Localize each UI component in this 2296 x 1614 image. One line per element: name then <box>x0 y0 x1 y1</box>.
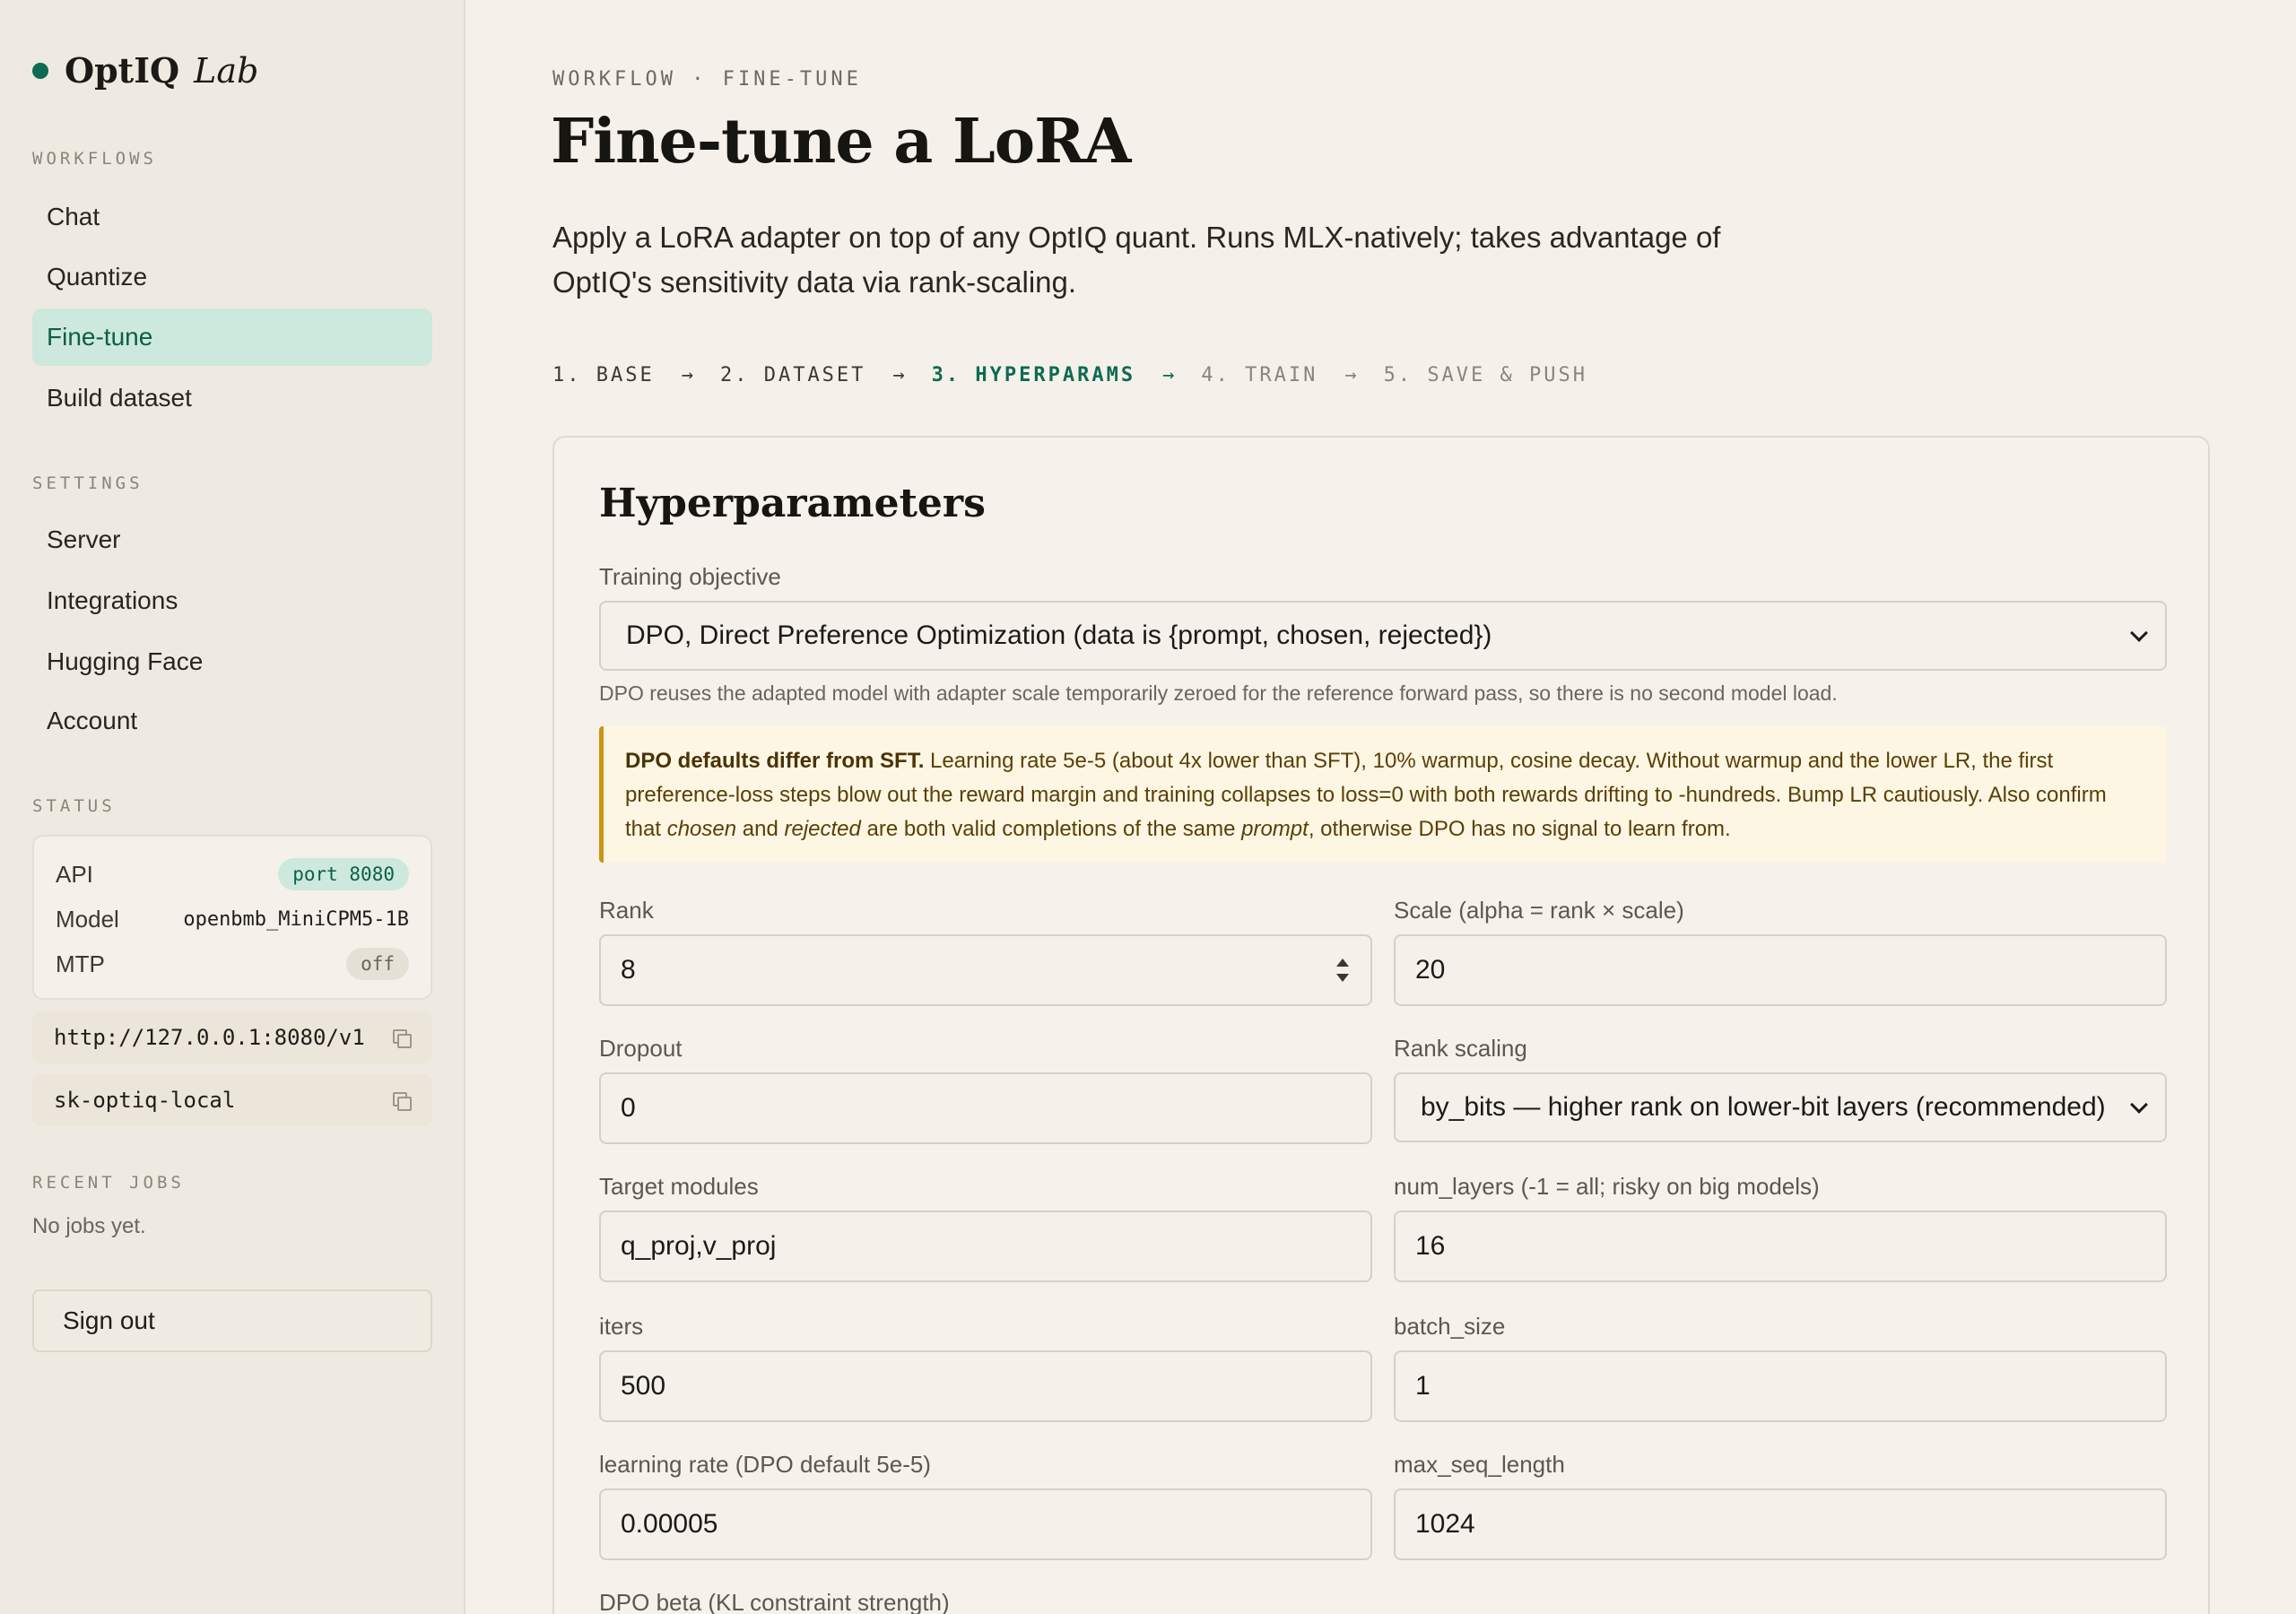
stepper: 1. BASE → 2. DATASET → 3. HYPERPARAMS → … <box>552 364 1587 386</box>
learning-rate-label: learning rate (DPO default 5e-5) <box>599 1451 931 1478</box>
iters-value: 500 <box>621 1371 666 1401</box>
max-seq-length-label: max_seq_length <box>1394 1451 1565 1478</box>
status-row-mtp: MTP off <box>56 946 409 982</box>
breadcrumb: WORKFLOW · FINE-TUNE <box>552 68 862 91</box>
num-layers-value: 16 <box>1415 1231 1446 1261</box>
scale-value: 20 <box>1415 955 1446 985</box>
status-api-badge: port 8080 <box>278 858 409 890</box>
callout-chosen: chosen <box>666 817 737 841</box>
brand-dot-icon <box>32 62 48 79</box>
max-seq-length-input[interactable]: 1024 <box>1394 1488 2167 1560</box>
rank-value: 8 <box>621 955 636 985</box>
brand-suffix: Lab <box>194 50 259 91</box>
rank-scaling-value: by_bits — higher rank on lower-bit layer… <box>1421 1092 2106 1122</box>
callout-body-2: are both valid completions of the same <box>860 817 1242 841</box>
dpo-beta-label: DPO beta (KL constraint strength) <box>599 1589 950 1614</box>
sidebar-item-account[interactable]: Account <box>32 692 432 750</box>
rank-stepper[interactable]: 8 <box>599 934 1372 1006</box>
step-arrow-icon: → <box>892 364 905 386</box>
dpo-warning-callout: DPO defaults differ from SFT. Learning r… <box>599 726 2167 863</box>
endpoint-url-text: http://127.0.0.1:8080/v1 <box>54 1025 365 1050</box>
status-row-api: API port 8080 <box>56 856 409 892</box>
endpoint-url-field[interactable]: http://127.0.0.1:8080/v1 <box>32 1011 432 1063</box>
step-arrow-icon: → <box>1344 364 1357 386</box>
step-train[interactable]: 4. TRAIN <box>1201 364 1318 386</box>
batch-size-input[interactable]: 1 <box>1394 1350 2167 1422</box>
settings-section-label: SETTINGS <box>32 473 144 493</box>
api-token-field[interactable]: sk-optiq-local <box>32 1074 432 1126</box>
step-save-push[interactable]: 5. SAVE & PUSH <box>1384 364 1587 386</box>
brand-logo[interactable]: OptIQ Lab <box>32 50 258 91</box>
objective-label: Training objective <box>599 563 781 590</box>
status-mtp-badge: off <box>346 948 409 980</box>
max-seq-length-value: 1024 <box>1415 1509 1475 1539</box>
status-section-label: STATUS <box>32 796 116 816</box>
chevron-down-icon <box>2130 1096 2148 1114</box>
status-api-key: API <box>56 860 93 888</box>
learning-rate-input[interactable]: 0.00005 <box>599 1488 1372 1560</box>
callout-and: and <box>736 817 785 841</box>
scale-label: Scale (alpha = rank × scale) <box>1394 897 1684 924</box>
sidebar-item-build-dataset[interactable]: Build dataset <box>32 369 432 427</box>
sidebar-item-quantize[interactable]: Quantize <box>32 248 432 306</box>
brand-name: OptIQ <box>65 50 180 91</box>
iters-label: iters <box>599 1313 644 1340</box>
status-card: API port 8080 Model openbmb_MiniCPM5-1B … <box>32 835 432 1000</box>
page-description: Apply a LoRA adapter on top of any OptIQ… <box>552 221 1721 299</box>
dropout-label: Dropout <box>599 1035 683 1062</box>
target-modules-value: q_proj,v_proj <box>621 1231 777 1261</box>
learning-rate-value: 0.00005 <box>621 1509 718 1539</box>
status-row-model: Model openbmb_MiniCPM5-1B <box>56 901 409 937</box>
copy-icon[interactable] <box>391 1090 412 1111</box>
card-title: Hyperparameters <box>599 481 986 526</box>
callout-body-3: , otherwise DPO has no signal to learn f… <box>1308 817 1731 841</box>
step-dataset[interactable]: 2. DATASET <box>720 364 865 386</box>
recent-jobs-empty: No jobs yet. <box>32 1214 146 1238</box>
scale-input[interactable]: 20 <box>1394 934 2167 1006</box>
sidebar-item-server[interactable]: Server <box>32 511 432 568</box>
hyperparameters-card: Hyperparameters Training objective DPO, … <box>552 436 2210 1614</box>
callout-prompt: prompt <box>1241 817 1309 841</box>
num-layers-label: num_layers (-1 = all; risky on big model… <box>1394 1173 1820 1200</box>
chevron-down-icon <box>2130 624 2148 642</box>
batch-size-value: 1 <box>1415 1371 1431 1401</box>
status-model-key: Model <box>56 905 119 933</box>
status-mtp-key: MTP <box>56 950 105 977</box>
workflows-section-label: WORKFLOWS <box>32 149 157 169</box>
target-modules-label: Target modules <box>599 1173 759 1200</box>
objective-selected-value: DPO, Direct Preference Optimization (dat… <box>626 620 1492 650</box>
sidebar-item-hugging-face[interactable]: Hugging Face <box>32 633 432 690</box>
callout-title: DPO defaults differ from SFT. <box>625 749 925 773</box>
batch-size-label: batch_size <box>1394 1313 1506 1340</box>
rank-scaling-select[interactable]: by_bits — higher rank on lower-bit layer… <box>1394 1072 2167 1142</box>
api-token-text: sk-optiq-local <box>54 1088 236 1113</box>
step-arrow-icon: → <box>681 364 693 386</box>
rank-scaling-label: Rank scaling <box>1394 1035 1527 1062</box>
callout-rejected: rejected <box>784 817 861 841</box>
dropout-input[interactable]: 0 <box>599 1072 1372 1144</box>
status-model-value: openbmb_MiniCPM5-1B <box>183 907 409 931</box>
target-modules-input[interactable]: q_proj,v_proj <box>599 1210 1372 1282</box>
sidebar-item-integrations[interactable]: Integrations <box>32 572 432 629</box>
dropout-value: 0 <box>621 1093 636 1123</box>
num-layers-input[interactable]: 16 <box>1394 1210 2167 1282</box>
rank-label: Rank <box>599 897 654 924</box>
sidebar-item-chat[interactable]: Chat <box>32 188 432 246</box>
page-title: Fine-tune a LoRA <box>551 106 1131 178</box>
spinner-arrows-icon[interactable] <box>1335 957 1351 984</box>
sidebar-item-fine-tune[interactable]: Fine-tune <box>32 308 432 366</box>
step-arrow-icon: → <box>1162 364 1175 386</box>
step-hyperparams[interactable]: 3. HYPERPARAMS <box>932 364 1135 386</box>
objective-hint: DPO reuses the adapted model with adapte… <box>599 681 1838 705</box>
objective-select[interactable]: DPO, Direct Preference Optimization (dat… <box>599 601 2167 671</box>
copy-icon[interactable] <box>391 1028 412 1048</box>
iters-input[interactable]: 500 <box>599 1350 1372 1422</box>
sign-out-button[interactable]: Sign out <box>32 1289 432 1352</box>
sidebar: OptIQ Lab WORKFLOWS Chat Quantize Fine-t… <box>0 0 465 1614</box>
step-base[interactable]: 1. BASE <box>552 364 655 386</box>
recent-jobs-section-label: RECENT JOBS <box>32 1173 185 1193</box>
